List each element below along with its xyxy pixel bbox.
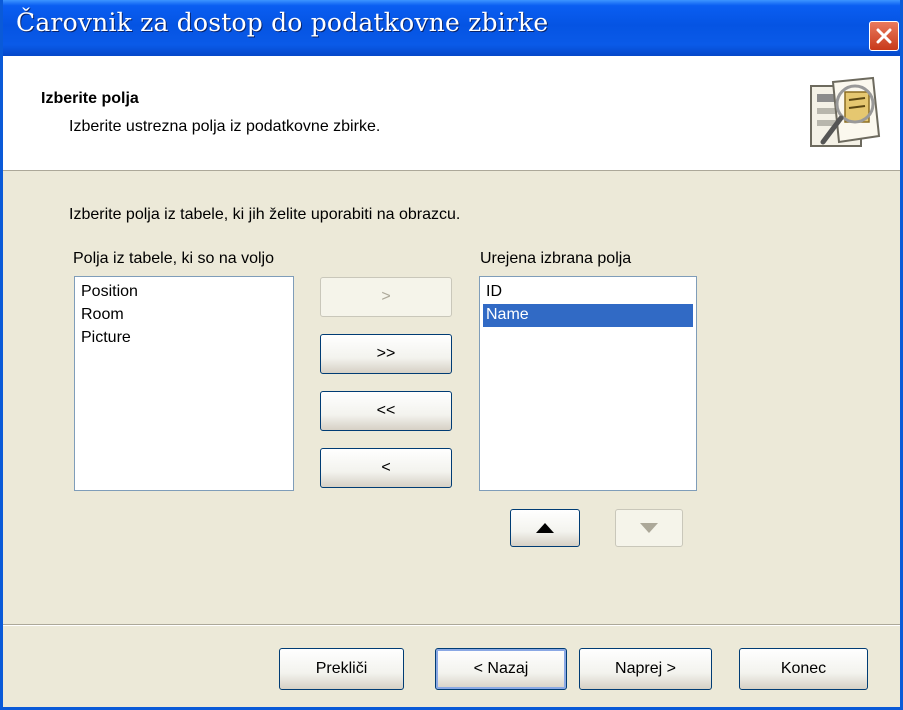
finish-button[interactable]: Konec [739, 648, 868, 690]
wizard-window: Čarovnik za dostop do podatkovne zbirke … [0, 0, 903, 710]
add-one-button[interactable]: > [320, 277, 452, 317]
list-item-selected[interactable]: Name [483, 304, 693, 327]
list-item[interactable]: ID [483, 281, 693, 304]
page-subtitle: Izberite ustrezna polja iz podatkovne zb… [69, 118, 381, 135]
selected-fields-list[interactable]: ID Name [479, 276, 697, 491]
back-button[interactable]: < Nazaj [435, 648, 567, 690]
list-item[interactable]: Picture [78, 327, 290, 350]
add-all-button[interactable]: >> [320, 334, 452, 374]
wizard-form-icon [810, 76, 881, 147]
next-button[interactable]: Naprej > [579, 648, 712, 690]
remove-one-button[interactable]: < [320, 448, 452, 488]
list-item[interactable]: Position [78, 281, 290, 304]
footer-separator [3, 624, 900, 626]
move-up-button[interactable] [510, 509, 580, 547]
list-item[interactable]: Room [78, 304, 290, 327]
close-button[interactable] [869, 21, 899, 51]
triangle-up-icon [536, 523, 554, 533]
triangle-down-icon [640, 523, 658, 533]
cancel-button[interactable]: Prekliči [279, 648, 404, 690]
wizard-header: Izberite polja Izberite ustrezna polja i… [3, 56, 900, 171]
window-title: Čarovnik za dostop do podatkovne zbirke [16, 8, 549, 37]
move-down-button[interactable] [615, 509, 683, 547]
available-fields-label: Polja iz tabele, ki so na voljo [73, 250, 274, 267]
title-bar[interactable]: Čarovnik za dostop do podatkovne zbirke [3, 0, 900, 56]
selected-fields-label: Urejena izbrana polja [480, 250, 632, 267]
instructions-text: Izberite polja iz tabele, ki jih želite … [69, 206, 461, 223]
page-title: Izberite polja [41, 90, 139, 107]
remove-all-button[interactable]: << [320, 391, 452, 431]
available-fields-list[interactable]: Position Room Picture [74, 276, 294, 491]
close-icon [876, 28, 892, 44]
